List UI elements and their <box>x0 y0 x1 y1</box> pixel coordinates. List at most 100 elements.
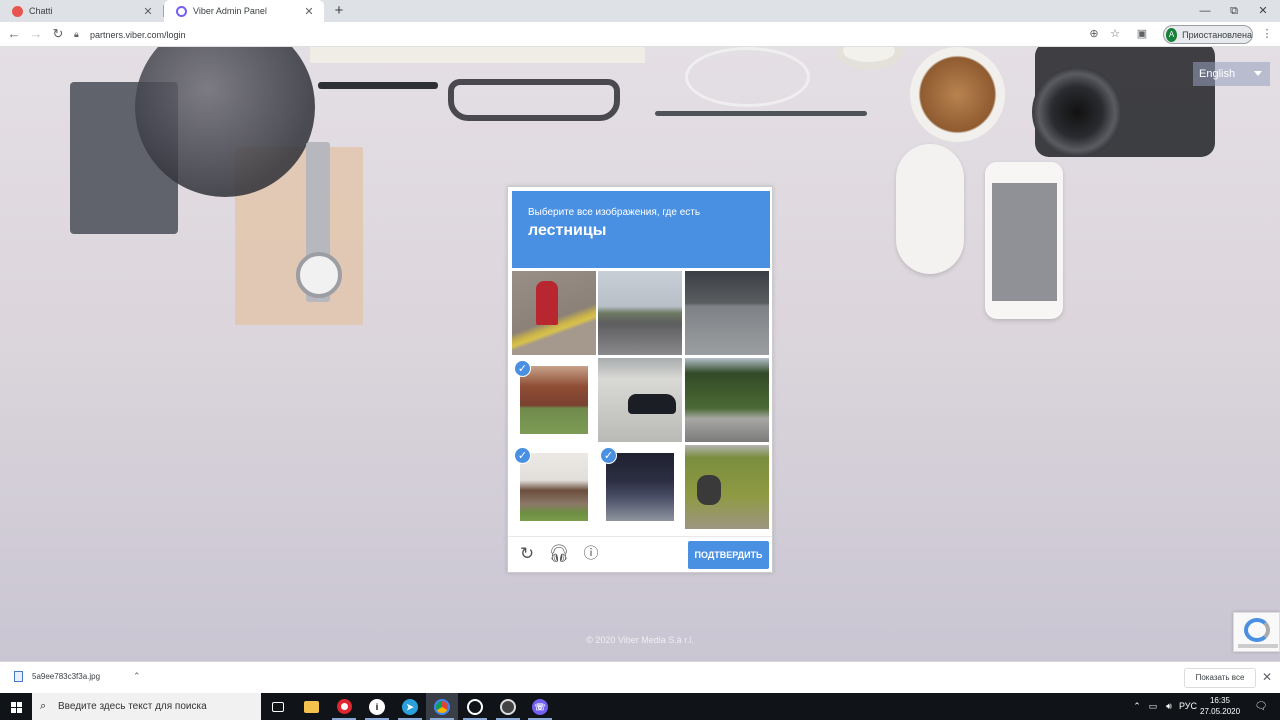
earbuds-image <box>685 47 810 107</box>
captcha-challenge: Выберите все изображения, где есть лестн… <box>507 186 773 573</box>
tab-close-icon[interactable]: ✕ <box>302 5 316 18</box>
media-player-icon[interactable] <box>492 693 524 720</box>
tab-strip: Chatti ✕ Viber Admin Panel ✕ + — ⧉ ✕ <box>0 0 1280 22</box>
reload-icon[interactable]: ↻ <box>48 25 68 43</box>
ruler-image <box>310 47 645 63</box>
chevron-up-icon[interactable]: ⌃ <box>1130 693 1144 720</box>
chatti-favicon-icon <box>12 5 23 17</box>
clock-time: 16:35 <box>1209 696 1231 705</box>
tile-car[interactable] <box>598 358 682 442</box>
profile-button[interactable]: А Приостановлена <box>1163 25 1253 44</box>
steam-icon[interactable] <box>459 693 491 720</box>
install-app-icon[interactable]: ⊕ <box>1085 25 1103 43</box>
task-view-icon[interactable] <box>262 693 294 720</box>
tile-image <box>512 271 596 355</box>
checkmark-icon: ✓ <box>514 447 531 464</box>
search-icon: ⌕ <box>40 700 47 712</box>
windows-logo-icon <box>10 702 22 713</box>
reload-icon[interactable]: ↻ <box>516 543 538 565</box>
chrome-icon[interactable] <box>426 693 458 720</box>
pen-image <box>318 82 438 89</box>
tile-hill-road[interactable] <box>685 358 769 442</box>
tile-overpass[interactable] <box>685 271 769 355</box>
new-tab-button[interactable]: + <box>330 0 348 22</box>
tape-image <box>835 47 903 70</box>
address-bar[interactable]: 🔒︎ partners.viber.com/login <box>74 24 1134 45</box>
input-language[interactable]: РУС <box>1178 693 1198 720</box>
tile-motorcycle[interactable] <box>685 445 769 529</box>
forward-arrow-icon[interactable]: → <box>26 25 46 43</box>
info-icon[interactable]: ⓘ <box>580 543 602 565</box>
glasses-image <box>448 79 620 121</box>
minimize-button[interactable]: — <box>1190 0 1220 22</box>
tab-title: Chatti <box>29 6 53 16</box>
download-shelf: 5a9ee783c3f3a.jpg ⌃ Показать все ✕ <box>0 661 1280 693</box>
mouse-image <box>896 144 964 274</box>
taskbar-search[interactable]: ⌕ Введите здесь текст для поиска <box>32 693 261 720</box>
coffee-cup-image <box>910 47 1005 142</box>
close-window-button[interactable]: ✕ <box>1248 0 1278 22</box>
bookmark-star-icon[interactable]: ☆ <box>1106 25 1124 43</box>
opera-icon[interactable] <box>328 693 360 720</box>
notifications-icon[interactable]: 🗨︎ <box>1250 693 1272 720</box>
recaptcha-logo-icon <box>1244 618 1270 642</box>
clock[interactable]: 16:35 27.05.2020 <box>1200 695 1240 717</box>
tile-stairs-porch[interactable]: ✓ <box>512 358 596 442</box>
viber-favicon-icon <box>176 5 187 17</box>
restore-button[interactable]: ⧉ <box>1219 0 1249 22</box>
camera-lens-image <box>1032 67 1122 157</box>
download-filename: 5a9ee783c3f3a.jpg <box>32 672 101 681</box>
tab-chatti[interactable]: Chatti ✕ <box>0 0 163 22</box>
image-file-icon <box>14 671 23 682</box>
recaptcha-badge[interactable] <box>1233 612 1280 652</box>
telegram-icon[interactable]: ➤ <box>394 693 426 720</box>
tile-hydrant[interactable] <box>512 271 596 355</box>
show-all-button[interactable]: Показать все <box>1184 668 1256 688</box>
pencil-image <box>655 111 867 116</box>
phone-screen-image <box>992 183 1057 301</box>
footer-copyright: © 2020 Viber Media S.à r.l. <box>586 635 694 645</box>
watch-face-image <box>296 252 342 298</box>
tile-stairs-dark[interactable]: ✓ <box>598 445 682 529</box>
captcha-instruction: Выберите все изображения, где есть <box>528 207 701 218</box>
tile-street[interactable] <box>598 271 682 355</box>
chevron-up-icon[interactable]: ⌃ <box>133 671 141 682</box>
tile-image <box>685 445 769 529</box>
tile-image <box>520 366 588 434</box>
tile-stairs-house[interactable]: ✓ <box>512 445 596 529</box>
windows-taskbar: ⌕ Введите здесь текст для поиска i ➤ ☏ ⌃… <box>0 693 1280 720</box>
language-select[interactable]: English <box>1193 62 1270 86</box>
tab-title: Viber Admin Panel <box>193 6 267 16</box>
lock-icon: 🔒︎ <box>74 29 79 39</box>
headphones-icon[interactable]: 🎧︎ <box>548 543 570 565</box>
language-label: English <box>1199 68 1236 80</box>
checkmark-icon: ✓ <box>514 360 531 377</box>
download-item[interactable]: 5a9ee783c3f3a.jpg <box>14 671 100 682</box>
network-icon[interactable]: ▭ <box>1146 693 1160 720</box>
tile-image <box>685 271 769 355</box>
app-i-icon[interactable]: i <box>361 693 393 720</box>
tab-close-icon[interactable]: ✕ <box>141 5 155 18</box>
tile-image <box>598 358 682 442</box>
clock-date: 27.05.2020 <box>1200 707 1241 716</box>
start-button[interactable] <box>0 693 32 720</box>
tile-image <box>606 453 674 521</box>
recaptcha-fine-print <box>1238 644 1278 648</box>
avatar: А <box>1166 27 1178 42</box>
captcha-header: Выберите все изображения, где есть лестн… <box>512 191 770 268</box>
verify-button[interactable]: ПОДТВЕРДИТЬ <box>688 541 769 569</box>
captcha-footer: ↻ 🎧︎ ⓘ ПОДТВЕРДИТЬ <box>508 536 772 572</box>
search-placeholder: Введите здесь текст для поиска <box>58 701 207 712</box>
volume-icon[interactable]: 🔊︎ <box>1162 693 1176 720</box>
viber-icon[interactable]: ☏ <box>524 693 556 720</box>
extension-icon[interactable]: ▣ <box>1133 25 1151 43</box>
file-explorer-icon[interactable] <box>295 693 327 720</box>
tile-image <box>520 453 588 521</box>
close-icon[interactable]: ✕ <box>1262 670 1272 684</box>
browser-toolbar: ← → ↻ 🔒︎ partners.viber.com/login ⊕ ☆ ▣ … <box>0 22 1280 47</box>
back-arrow-icon[interactable]: ← <box>4 25 24 43</box>
profile-status: Приостановлена <box>1182 29 1252 40</box>
url-text: partners.viber.com/login <box>90 29 186 40</box>
tab-viber-admin[interactable]: Viber Admin Panel ✕ <box>164 0 324 22</box>
menu-kebab-icon[interactable]: ⋮ <box>1258 25 1276 43</box>
